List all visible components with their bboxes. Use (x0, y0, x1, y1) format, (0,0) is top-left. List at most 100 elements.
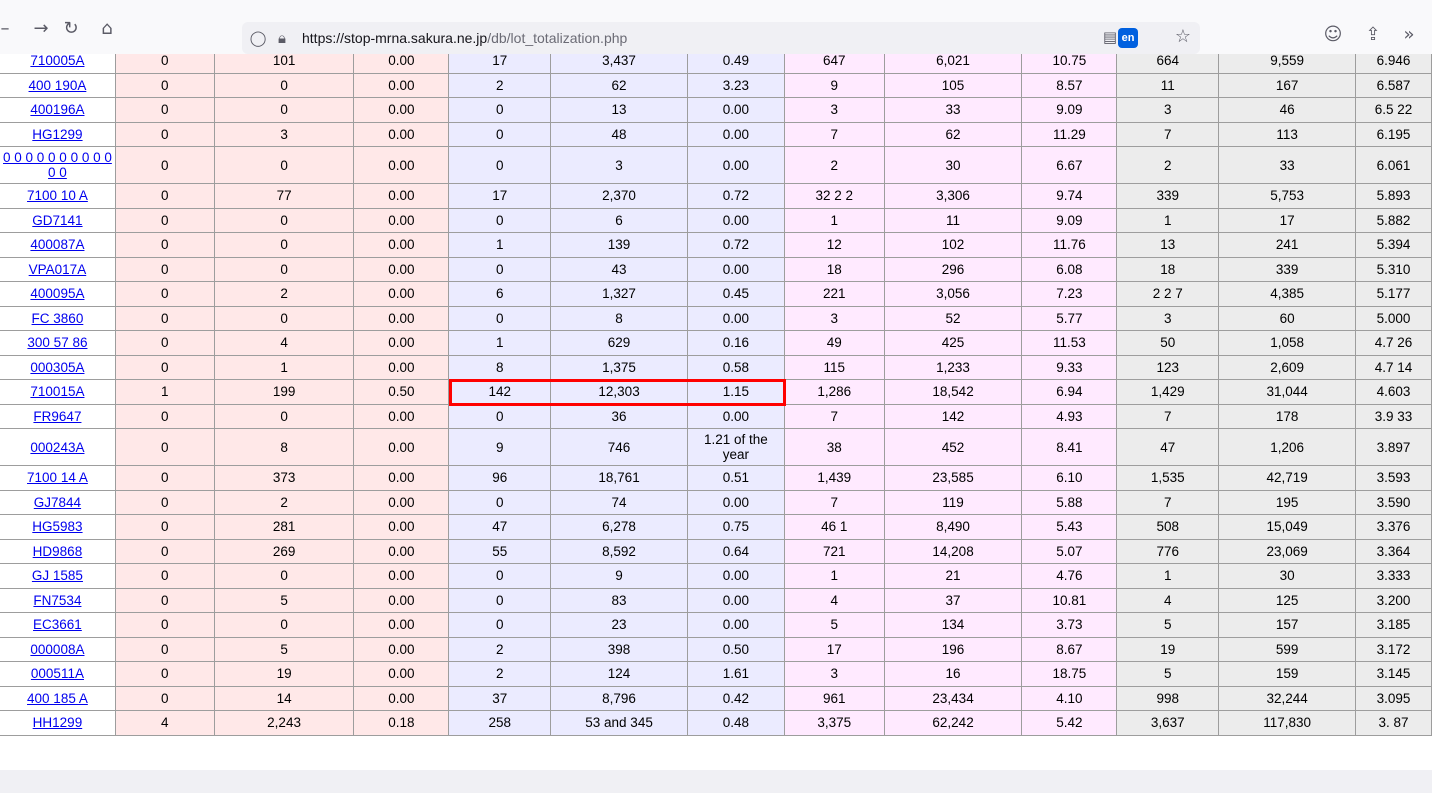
cell-col-11: 2,609 (1218, 354, 1356, 380)
forward-arrow-icon[interactable]: → (28, 16, 54, 42)
cell-lot[interactable]: GJ 1585 (0, 563, 116, 589)
lot-link[interactable]: 000305A (30, 360, 84, 375)
cell-lot[interactable]: HG1299 (0, 121, 116, 147)
cell-col-6: 0.00 (686, 612, 785, 638)
cell-lot[interactable]: 400 185 A (0, 685, 116, 711)
cell-lot[interactable]: 710005A (0, 54, 116, 74)
cell-col-1: 0 (114, 428, 215, 466)
lot-link[interactable]: 710005A (30, 54, 84, 68)
address-bar[interactable]: ◯ 🔒︎ https://stop-mrna.sakura.ne.jp/db/l… (242, 22, 1200, 54)
lot-link[interactable]: 7100 10 A (27, 188, 88, 203)
cell-col-8: 296 (883, 256, 1023, 282)
reload-icon[interactable]: ↻ (58, 16, 84, 42)
cell-lot[interactable]: FR9647 (0, 403, 116, 429)
lot-link[interactable]: 400095A (30, 286, 84, 301)
cell-lot[interactable]: 000511A (0, 661, 116, 687)
share-icon[interactable]: ⇪ (1360, 22, 1386, 48)
cell-lot[interactable]: FC 3860 (0, 305, 116, 331)
horizontal-scrollbar[interactable] (0, 770, 1432, 793)
lot-link[interactable]: 400087A (30, 237, 84, 252)
cell-col-12: 3.9 33 (1355, 403, 1432, 429)
cell-lot[interactable]: 400 190A (0, 72, 116, 98)
table-row: 000008A 0 5 0.00 2 398 0.50 17 196 8.67 19 599 3.172 (0, 636, 1432, 662)
cell-col-1: 0 (114, 97, 215, 123)
cell-col-2: 2,243 (213, 710, 355, 736)
cell-lot[interactable]: 0 0 0 0 0 0 0 0 0 0 0 0 (0, 146, 116, 184)
cell-lot[interactable]: 710015A (0, 379, 116, 405)
cell-col-9: 3.73 (1021, 612, 1118, 638)
cell-lot[interactable]: 400095A (0, 281, 116, 307)
lot-link[interactable]: 300 57 86 (27, 335, 87, 350)
cell-lot[interactable]: 000243A (0, 428, 116, 466)
lot-link[interactable]: 710015A (30, 384, 84, 399)
cell-col-9: 18.75 (1021, 661, 1118, 687)
cell-lot[interactable]: 000008A (0, 636, 116, 662)
lot-link[interactable]: HD9868 (33, 544, 83, 559)
lot-link[interactable]: 000008A (30, 642, 84, 657)
cell-col-10: 47 (1116, 428, 1220, 466)
cell-lot[interactable]: 7100 10 A (0, 183, 116, 209)
cell-col-2: 101 (213, 54, 355, 74)
cell-col-1: 0 (114, 465, 215, 491)
cell-col-11: 117,830 (1218, 710, 1356, 736)
cell-col-7: 12 (783, 232, 885, 258)
lot-link[interactable]: GJ 1585 (32, 568, 83, 583)
cell-lot[interactable]: 000305A (0, 354, 116, 380)
account-icon[interactable]: ☺ (1320, 22, 1346, 48)
lot-link[interactable]: 400 185 A (27, 691, 88, 706)
lot-link[interactable]: 400196A (30, 102, 84, 117)
lot-link[interactable]: GD7141 (32, 213, 82, 228)
lot-link[interactable]: FC 3860 (32, 311, 84, 326)
lot-link[interactable]: 7100 14 A (27, 470, 88, 485)
lot-link[interactable]: FR9647 (33, 409, 81, 424)
browser-toolbar: – → ↻ ⌂ ◯ 🔒︎ https://stop-mrna.sakura.ne… (0, 0, 1432, 54)
cell-col-12: 5.310 (1355, 256, 1432, 282)
cell-lot[interactable]: HD9868 (0, 538, 116, 564)
cell-lot[interactable]: 300 57 86 (0, 330, 116, 356)
cell-col-6: 0.49 (686, 54, 785, 74)
cell-lot[interactable]: 7100 14 A (0, 465, 116, 491)
cell-lot[interactable]: EC3661 (0, 612, 116, 638)
shield-icon[interactable]: ◯ (248, 28, 268, 48)
cell-col-12: 5.000 (1355, 305, 1432, 331)
lot-link[interactable]: 000243A (30, 440, 84, 455)
cell-lot[interactable]: GJ7844 (0, 489, 116, 515)
cell-col-11: 599 (1218, 636, 1356, 662)
back-arrow-icon[interactable]: – (0, 16, 18, 42)
lot-link[interactable]: VPA017A (29, 262, 87, 277)
cell-col-6: 0.48 (686, 710, 785, 736)
lock-icon[interactable]: 🔒︎ (272, 28, 292, 48)
cell-lot[interactable]: FN7534 (0, 587, 116, 613)
overflow-chevron-icon[interactable]: » (1396, 22, 1422, 48)
lot-link[interactable]: HG5983 (32, 519, 82, 534)
cell-col-2: 19 (213, 661, 355, 687)
lot-link[interactable]: HG1299 (32, 127, 82, 142)
cell-col-5: 6 (550, 207, 688, 233)
cell-col-10: 3 (1116, 97, 1220, 123)
cell-lot[interactable]: HG5983 (0, 514, 116, 540)
translate-icon[interactable]: en (1118, 28, 1138, 48)
cell-col-1: 0 (114, 636, 215, 662)
lot-link[interactable]: 000511A (31, 666, 84, 681)
cell-col-9: 8.67 (1021, 636, 1118, 662)
cell-col-9: 6.94 (1021, 379, 1118, 405)
lot-link[interactable]: HH1299 (33, 715, 83, 730)
cell-lot[interactable]: HH1299 (0, 710, 116, 736)
lot-link[interactable]: 400 190A (29, 78, 87, 93)
url-text[interactable]: https://stop-mrna.sakura.ne.jp/db/lot_to… (302, 30, 627, 46)
lot-link[interactable]: 0 0 0 0 0 0 0 0 0 0 0 0 (3, 150, 112, 180)
cell-col-4: 0 (448, 121, 552, 147)
cell-col-2: 8 (213, 428, 355, 466)
cell-lot[interactable]: 400196A (0, 97, 116, 123)
cell-lot[interactable]: GD7141 (0, 207, 116, 233)
cell-lot[interactable]: VPA017A (0, 256, 116, 282)
lot-table-container[interactable]: 710005A 0 101 0.00 17 3,437 0.49 647 6,021 10.75 6… (0, 54, 1432, 770)
lot-link[interactable]: GJ7844 (34, 495, 81, 510)
cell-lot[interactable]: 400087A (0, 232, 116, 258)
cell-col-3: 0.00 (353, 403, 450, 429)
cell-col-6: 0.64 (686, 538, 785, 564)
lot-link[interactable]: FN7534 (33, 593, 81, 608)
bookmark-star-icon[interactable]: ☆ (1170, 24, 1196, 50)
lot-link[interactable]: EC3661 (33, 617, 82, 632)
home-icon[interactable]: ⌂ (94, 16, 120, 42)
